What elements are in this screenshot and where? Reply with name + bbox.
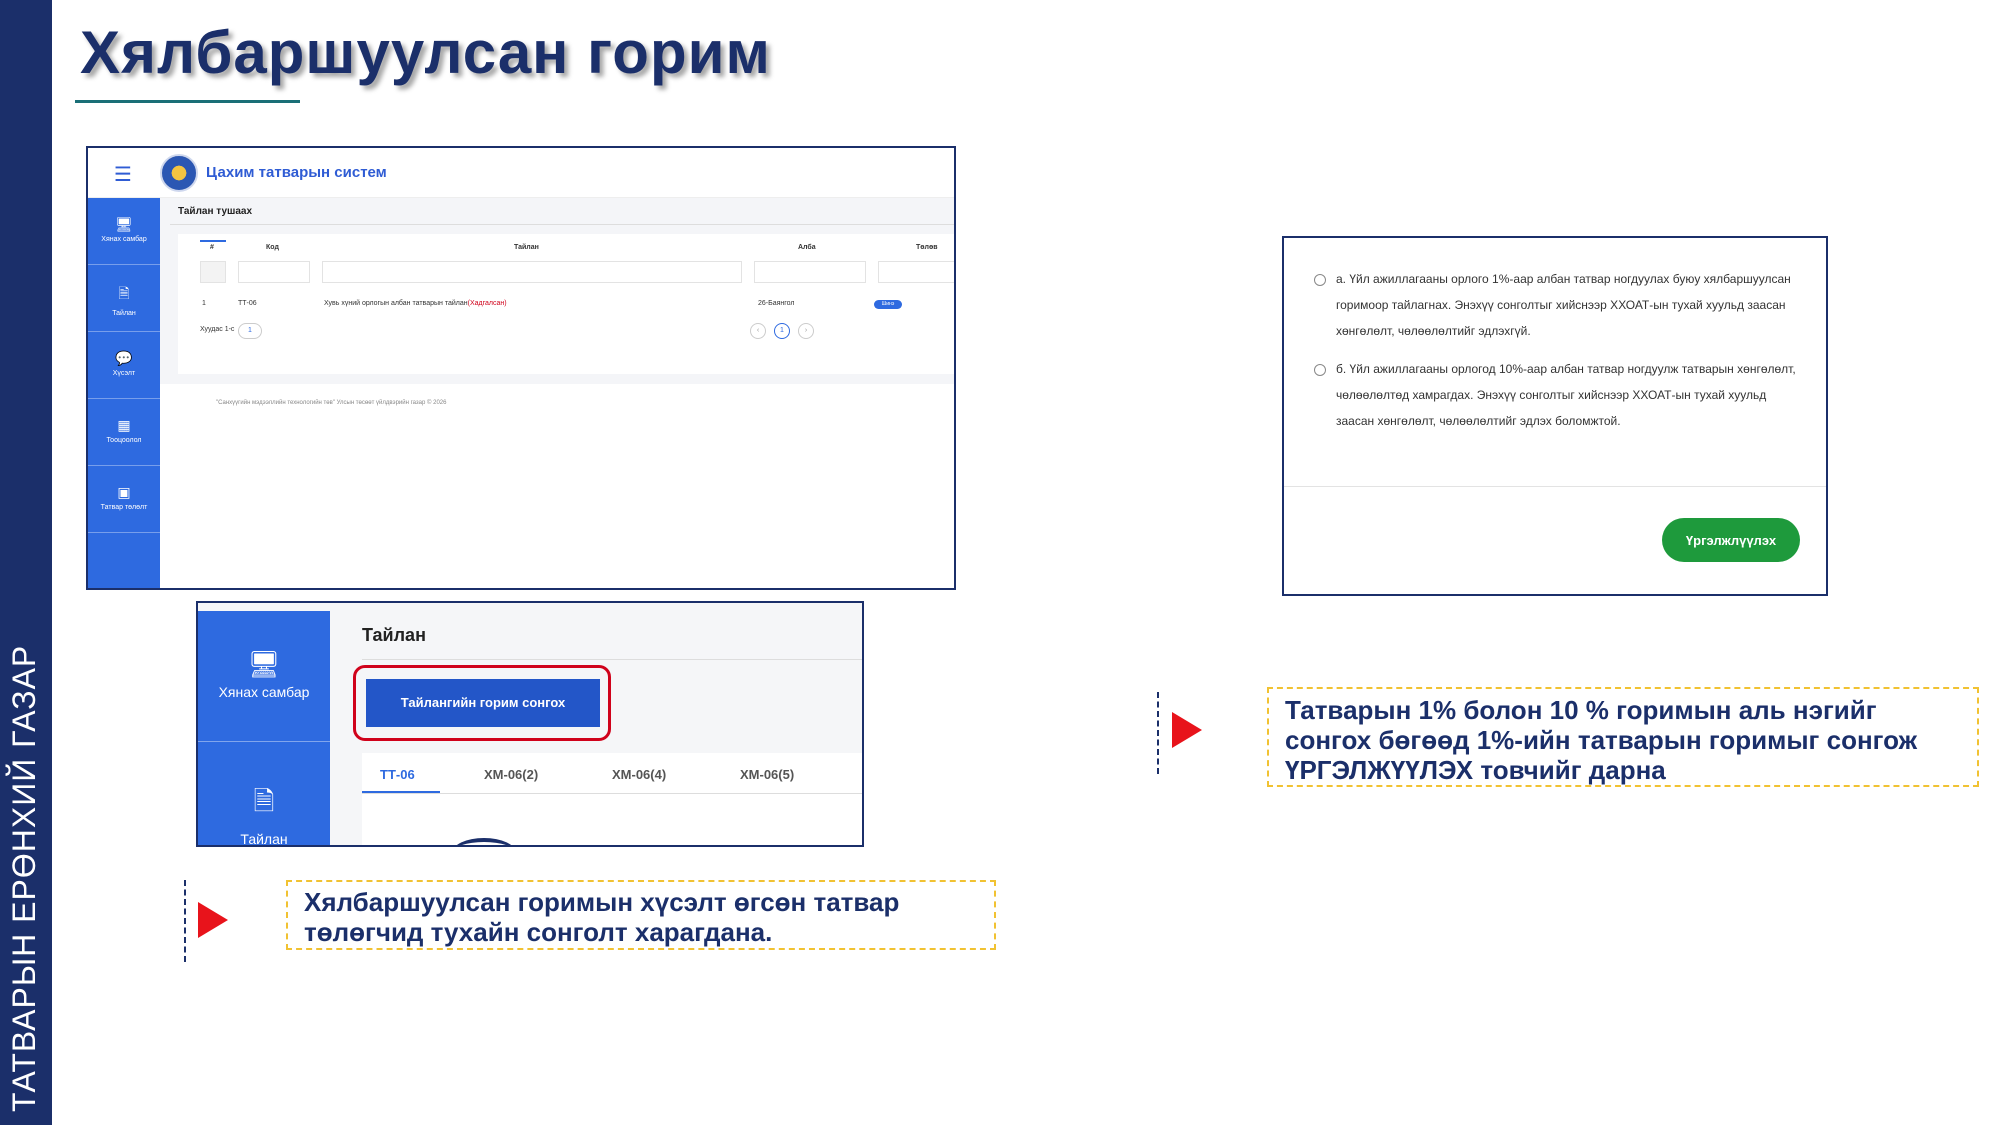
sidebar-item-label: Хүсэлт (112, 370, 136, 377)
app-header: ☰ Цахим татварын систем (88, 148, 954, 198)
callout1-dashed-line (184, 880, 186, 962)
row-report-note: (Хадгалсан) (467, 300, 507, 307)
calculator-icon: ▦ (117, 417, 131, 433)
sidebar-divider (198, 741, 330, 742)
hamburger-menu-icon[interactable]: ☰ (114, 162, 132, 187)
section-divider (362, 659, 862, 660)
title-underline (75, 100, 300, 103)
side-bar: ТАТВАРЫН ЕРӨНХИЙ ГАЗАР (0, 0, 52, 1125)
option-a[interactable]: а. Үйл ажиллагааны орлого 1%-аар албан т… (1314, 266, 1804, 344)
report-icon: 🗎 (118, 285, 130, 301)
section-title: Тайлан (362, 625, 426, 645)
sidebar-nav: 🖥 Хянах самбар 🗎 Тайлан 💬 Хүсэлт ▦ Тооцо… (88, 198, 160, 588)
select-report-mode-button[interactable]: Тайлангийн горим сонгох (366, 679, 600, 727)
status-badge: Шинэ (874, 300, 902, 309)
column-header-code: Код (266, 244, 279, 251)
report-mode-screenshot: 🖥 Хянах самбар 🗎 Тайлан Тайлан Тайлангий… (196, 601, 864, 847)
callout2-arrow-icon (1172, 712, 1202, 748)
option-b-text: б. Үйл ажиллагааны орлогод 10%-аар албан… (1336, 362, 1796, 428)
sidebar-item-report[interactable]: 🗎 Тайлан (88, 265, 160, 332)
report-tabs: ТТ-06 ХМ-06(2) ХМ-06(4) ХМ-06(5) (362, 753, 862, 845)
page-title: Хялбаршуулсан горим (80, 19, 771, 86)
column-header-report: Тайлан (514, 244, 539, 251)
option-a-radio[interactable] (1314, 274, 1326, 286)
column-header-status: Төлөв (916, 244, 938, 251)
tab-hm06-5[interactable]: ХМ-06(5) (740, 767, 794, 782)
section-title: Тайлан тушаах (178, 206, 253, 217)
sidebar-item-dashboard[interactable]: 🖥 Хянах самбар (198, 649, 330, 700)
partial-logo-shape (452, 838, 516, 845)
page-size-select[interactable]: 1 (238, 323, 262, 339)
monitor-icon: 🖥 (115, 216, 133, 232)
sidebar-item-label: Хянах самбар (101, 236, 147, 243)
sidebar-item-payment[interactable]: ▣ Татвар төлөлт (88, 466, 160, 533)
tab-hm06-2[interactable]: ХМ-06(2) (484, 767, 538, 782)
sidebar-item-label: Тайлан (240, 831, 288, 847)
dialog-divider (1284, 486, 1826, 487)
copyright-footer: "Санхүүгийн мэдээллийн технологийн төв" … (216, 400, 447, 406)
continue-button[interactable]: Үргэлжлүүлэх (1662, 518, 1800, 562)
tax-authority-logo (160, 154, 198, 192)
tabs-divider (362, 793, 862, 794)
system-name: Цахим татварын систем (206, 164, 387, 181)
sidebar-item-request[interactable]: 💬 Хүсэлт (88, 332, 160, 399)
column-header-office: Алба (798, 244, 816, 251)
side-label: ТАТВАРЫН ЕРӨНХИЙ ГАЗАР (6, 644, 42, 1112)
payment-icon: ▣ (117, 484, 131, 500)
callout2-box: Татварын 1% болон 10 % горимын аль нэгий… (1267, 687, 1979, 787)
callout2-dashed-line (1157, 692, 1159, 774)
option-b-radio[interactable] (1314, 364, 1326, 376)
report-icon: 🗎 (253, 786, 275, 816)
sidebar-item-label: Хянах самбар (218, 684, 310, 700)
tab-tt06[interactable]: ТТ-06 (380, 767, 415, 782)
next-page-button[interactable]: › (798, 323, 814, 339)
sidebar-item-dashboard[interactable]: 🖥 Хянах самбар (88, 198, 160, 265)
pager-label: Хуудас 1-с (200, 326, 235, 333)
row-number: 1 (202, 300, 206, 307)
sidebar-item-label: Тооцоолол (106, 437, 142, 444)
tax-mode-dialog-screenshot: а. Үйл ажиллагааны орлого 1%-аар албан т… (1282, 236, 1828, 596)
row-report-link[interactable]: Хувь хүний орлогын албан татварын тайлан… (324, 300, 507, 307)
sidebar-item-report[interactable]: 🗎 Тайлан (198, 783, 330, 847)
section-divider (170, 224, 954, 225)
report-list-screenshot: ☰ Цахим татварын систем 🖥 Хянах самбар 🗎… (86, 146, 956, 590)
column-header-num: # (210, 244, 214, 251)
sidebar-nav-zoomed: 🖥 Хянах самбар 🗎 Тайлан (198, 611, 330, 847)
chat-icon: 💬 (115, 350, 133, 366)
page-number-button[interactable]: 1 (774, 323, 790, 339)
row-office: 26-Баянгол (758, 300, 795, 307)
report-filter-input[interactable] (322, 261, 742, 283)
prev-page-button[interactable]: ‹ (750, 323, 766, 339)
sidebar-item-label: Тайлан (112, 310, 136, 317)
row-report-name: Хувь хүний орлогын албан татварын тайлан (324, 300, 468, 307)
column-select-indicator (200, 240, 226, 242)
row-code: ТТ-06 (238, 300, 257, 307)
option-a-text: а. Үйл ажиллагааны орлого 1%-аар албан т… (1336, 272, 1791, 338)
callout1-arrow-icon (198, 902, 228, 938)
checkbox-filter[interactable] (200, 261, 226, 283)
monitor-icon: 🖥 (247, 649, 281, 679)
status-filter-input[interactable] (878, 261, 954, 283)
code-filter-input[interactable] (238, 261, 310, 283)
callout1-box: Хялбаршуулсан горимын хүсэлт өгсөн татва… (286, 880, 996, 950)
option-b[interactable]: б. Үйл ажиллагааны орлогод 10%-аар албан… (1314, 356, 1804, 434)
office-filter-input[interactable] (754, 261, 866, 283)
report-table-card: # Код Тайлан Алба Төлөв 1 ТТ-06 Хувь хүн… (178, 234, 954, 374)
report-content: Тайлан тушаах # Код Тайлан Алба Төлөв 1 … (160, 198, 954, 384)
tab-hm06-4[interactable]: ХМ-06(4) (612, 767, 666, 782)
sidebar-item-calculation[interactable]: ▦ Тооцоолол (88, 399, 160, 466)
sidebar-item-label: Татвар төлөлт (100, 504, 148, 511)
